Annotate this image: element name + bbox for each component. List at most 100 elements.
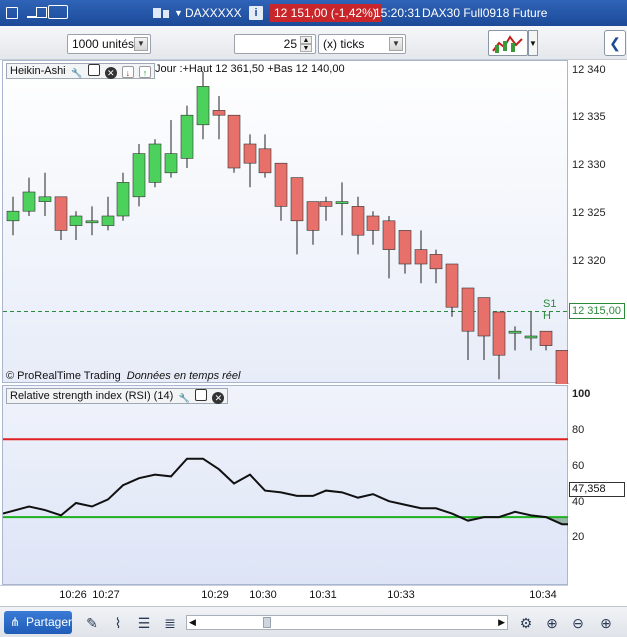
copyright-text: © ProRealTime Trading — [6, 370, 121, 382]
stepper-down-icon[interactable]: ▼ — [300, 44, 312, 52]
candle-body — [508, 330, 522, 334]
layers-icon[interactable]: ≣ — [160, 613, 180, 633]
price-tick: 12 335 — [572, 111, 606, 123]
instrument-description: DAX30 Full0918 Future — [422, 6, 548, 20]
scrollbar-thumb[interactable] — [263, 617, 271, 628]
ticks-unit-label: (x) ticks — [323, 37, 365, 51]
candle-body — [116, 182, 130, 217]
candle-body — [477, 297, 491, 337]
order-toolbar: 1000 unités ▼ 25 ▲ ▼ (x) ticks ▼ ▼ ❮ — [0, 26, 627, 60]
target-zoom-icon[interactable]: ⊕ — [542, 613, 562, 633]
horizontal-scrollbar[interactable]: ◀ ▶ — [186, 615, 508, 630]
time-label: 10:31 — [309, 589, 337, 601]
rsi-axis[interactable]: 100 80 60 40 20 47,358 — [568, 385, 627, 585]
window-icon[interactable] — [6, 7, 18, 19]
stepper-up-icon[interactable]: ▲ — [300, 36, 312, 44]
time-axis[interactable]: 10:26 10:27 10:29 10:30 10:31 10:33 10:3… — [0, 585, 568, 606]
clock-time: 15:20:31 — [374, 6, 421, 20]
navigation-icon[interactable]: ❮ — [604, 30, 626, 56]
candle-body — [164, 153, 178, 174]
window-icon[interactable] — [87, 64, 100, 76]
rsi-tick: 80 — [572, 424, 585, 436]
keyboard-icon[interactable] — [48, 5, 68, 19]
chevron-down-icon[interactable]: ▼ — [389, 37, 403, 51]
scroll-left-icon[interactable]: ◀ — [189, 616, 196, 629]
quantity-select[interactable]: 1000 unités ▼ — [67, 34, 151, 54]
zoom-out-icon[interactable]: ⊖ — [568, 613, 588, 633]
rsi-tick: 20 — [572, 531, 585, 543]
price-tick: 12 320 — [572, 255, 606, 267]
maximize-icon[interactable] — [36, 7, 47, 18]
chevron-down-icon[interactable]: ▼ — [134, 37, 148, 51]
candle-body — [54, 196, 68, 231]
indicator-chart-icon — [492, 35, 523, 53]
list-icon[interactable]: ☰ — [134, 613, 154, 633]
ticks-value: 25 — [283, 37, 297, 51]
indicator-button[interactable] — [488, 30, 528, 56]
candle-body — [306, 201, 320, 231]
title-bar: ▼ DAXXXXX i 12 151,00 (-1,42%) 15:20:31 … — [0, 0, 627, 26]
draw-tool-icon[interactable]: ✎ — [82, 613, 102, 633]
close-icon[interactable]: ✕ — [104, 67, 117, 79]
instrument-name[interactable]: DAXXXXX — [185, 0, 242, 26]
candle-body — [180, 114, 194, 159]
candle-body — [22, 191, 36, 212]
price-axis[interactable]: 12 340 12 335 12 330 12 325 12 320 12 31… — [568, 60, 627, 383]
ticks-stepper[interactable]: 25 ▲ ▼ — [234, 34, 316, 54]
chevron-down-icon[interactable]: ▼ — [528, 30, 538, 56]
candle-body — [290, 177, 304, 222]
candle-body — [148, 143, 162, 183]
candle-body — [351, 206, 365, 236]
share-button[interactable]: ⋔ Partager — [4, 611, 72, 634]
candle-body — [196, 86, 210, 126]
candle-body — [227, 114, 241, 169]
candlestick-chart[interactable] — [3, 61, 569, 384]
rsi-tick: 100 — [572, 388, 591, 400]
copyright-line: © ProRealTime Trading Données en temps r… — [6, 370, 240, 382]
support-label: S1 H — [543, 298, 557, 322]
rsi-panel-title: Relative strength index (RSI) (14) — [10, 390, 174, 402]
candle-body — [398, 230, 412, 265]
time-label: 10:30 — [249, 589, 277, 601]
chevron-down-icon[interactable]: ▼ — [174, 0, 183, 26]
candle-body — [445, 263, 459, 308]
rsi-panel-header: Relative strength index (RSI) (14) 🔧 ✕ — [6, 388, 229, 404]
settings-icon[interactable]: ⚙ — [516, 613, 536, 633]
move-down-icon[interactable]: ↓ — [121, 66, 134, 78]
candle-body — [429, 254, 443, 270]
ticks-unit-select[interactable]: (x) ticks ▼ — [318, 34, 406, 54]
wrench-icon[interactable]: 🔧 — [71, 67, 83, 79]
price-change-badge: 12 151,00 (-1,42%) — [270, 4, 381, 22]
wrench-icon[interactable]: 🔧 — [178, 392, 190, 404]
rsi-chart[interactable] — [3, 386, 569, 586]
info-icon[interactable]: i — [249, 6, 263, 20]
candle-body — [6, 210, 20, 222]
close-icon[interactable]: ✕ — [212, 392, 225, 404]
candle-body — [274, 162, 288, 207]
measure-tool-icon[interactable]: ⌇ — [108, 613, 128, 633]
price-chart-panel[interactable]: Heikin-Ashi 🔧 ✕ ↓ ↑ Jour :+Haut 12 361,5… — [2, 60, 569, 384]
time-label: 10:29 — [201, 589, 229, 601]
rsi-panel[interactable]: Relative strength index (RSI) (14) 🔧 ✕ — [2, 385, 569, 586]
candle-body — [212, 110, 226, 116]
price-panel-title: Heikin-Ashi — [10, 65, 66, 77]
candle-body — [461, 287, 475, 332]
window-icon[interactable] — [195, 389, 208, 401]
support-value-badge: 12 315,00 — [569, 303, 625, 319]
candle-body — [492, 311, 506, 356]
rsi-tick: 40 — [572, 496, 585, 508]
candle-body — [319, 201, 333, 207]
price-tick: 12 325 — [572, 207, 606, 219]
price-info-text: Jour :+Haut 12 361,50 +Bas 12 140,00 — [155, 63, 345, 75]
candle-body — [38, 196, 52, 202]
move-up-icon[interactable]: ↑ — [138, 66, 151, 78]
instrument-icon — [153, 8, 161, 18]
candle-body — [335, 201, 349, 204]
candle-body — [524, 335, 538, 339]
zoom-in-icon[interactable]: ⊕ — [596, 613, 616, 633]
time-label: 10:27 — [92, 589, 120, 601]
scroll-right-icon[interactable]: ▶ — [498, 616, 505, 629]
quantity-value: 1000 unités — [72, 37, 135, 51]
candle-body — [258, 148, 272, 174]
candle-body — [414, 249, 428, 265]
